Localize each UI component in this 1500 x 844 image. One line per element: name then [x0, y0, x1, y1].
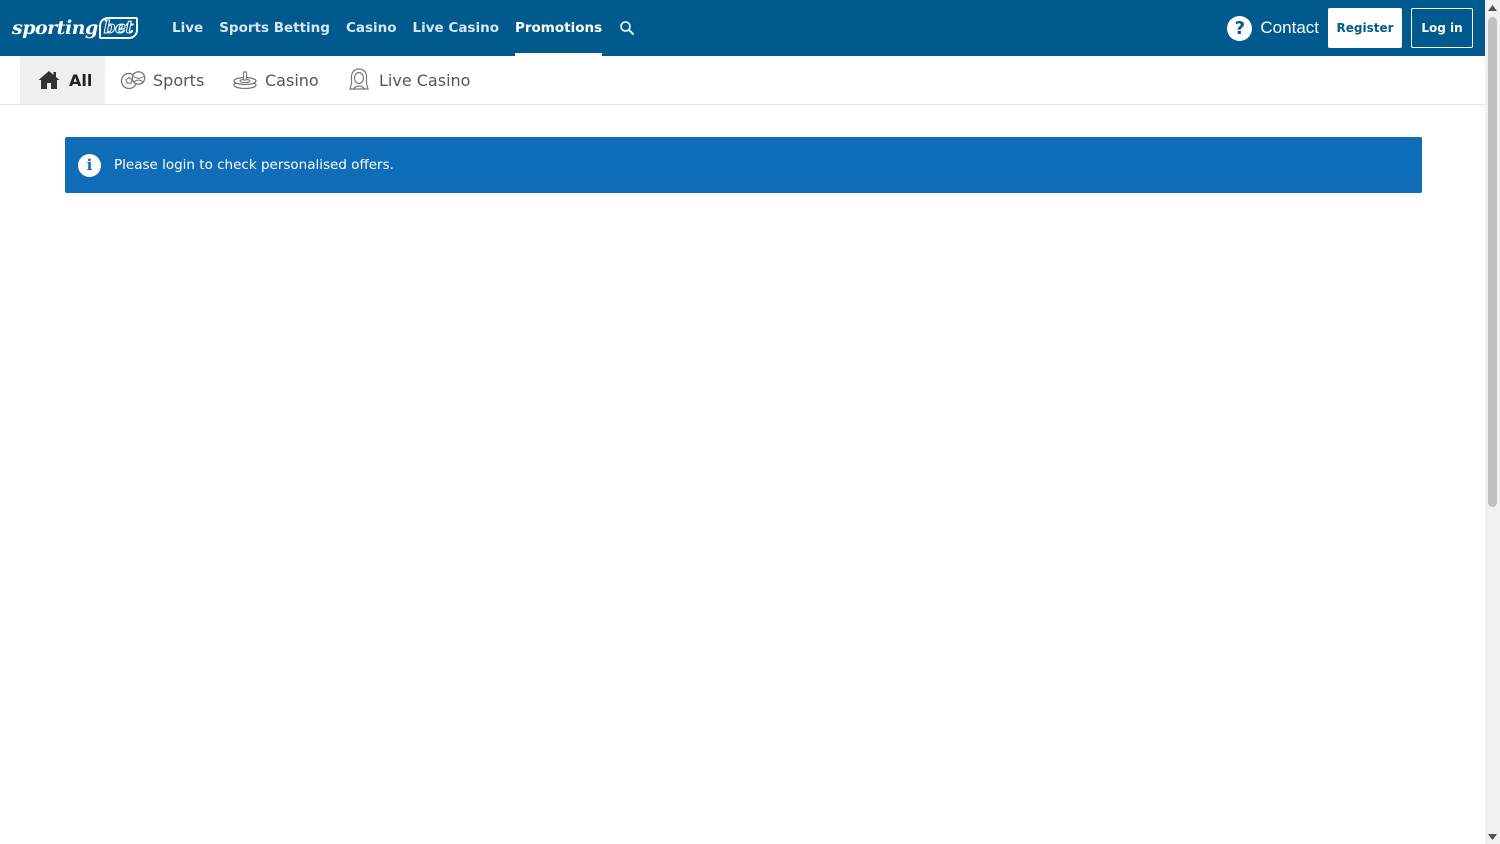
triangle-down-icon — [1488, 833, 1497, 840]
account-nav: ? Contact Register Log in — [1227, 0, 1473, 56]
sportingbet-logo[interactable]: sporting bet — [12, 14, 138, 42]
tab-casino[interactable]: Casino — [232, 56, 322, 104]
nav-item-casino[interactable]: Casino — [338, 0, 405, 56]
nav-item-sports-betting[interactable]: Sports Betting — [211, 0, 338, 56]
register-button[interactable]: Register — [1328, 8, 1402, 48]
scrollbar-thumb[interactable] — [1488, 17, 1497, 507]
main-nav: Live Sports Betting Casino Live Casino P… — [164, 0, 644, 56]
contact-label: Contact — [1260, 18, 1319, 37]
tab-sports[interactable]: Sports — [120, 56, 210, 104]
logo-suffix-text: bet — [98, 17, 138, 39]
nav-item-promotions[interactable]: Promotions — [507, 0, 610, 56]
promotions-page: sporting bet Live Sports Betting Casino L… — [0, 0, 1485, 844]
scroll-down-arrow[interactable] — [1485, 829, 1500, 844]
contact-link[interactable]: ? Contact — [1227, 15, 1319, 41]
scroll-up-arrow[interactable] — [1485, 0, 1500, 15]
tab-live-casino[interactable]: Live Casino — [346, 56, 476, 104]
home-icon — [36, 67, 62, 93]
login-button[interactable]: Log in — [1411, 8, 1473, 48]
tab-live-casino-label: Live Casino — [379, 70, 471, 90]
promotion-category-tabs: All Sports Casino Live Casino — [0, 56, 1485, 105]
vertical-scrollbar[interactable] — [1485, 0, 1500, 844]
sports-balls-icon — [120, 67, 146, 93]
info-message: Please login to check personalised offer… — [114, 157, 394, 173]
nav-item-live[interactable]: Live — [164, 0, 211, 56]
login-info-banner: i Please login to check personalised off… — [65, 137, 1422, 193]
casino-chips-icon — [232, 67, 258, 93]
search-button[interactable] — [610, 0, 644, 56]
logo-main-text: sporting — [12, 17, 98, 39]
top-navigation-bar: sporting bet Live Sports Betting Casino L… — [0, 0, 1485, 56]
nav-item-live-casino[interactable]: Live Casino — [405, 0, 507, 56]
tab-all-label: All — [69, 70, 93, 90]
help-icon: ? — [1227, 15, 1253, 41]
info-icon: i — [78, 153, 101, 177]
dealer-icon — [346, 67, 372, 93]
tab-casino-label: Casino — [265, 70, 319, 90]
tab-all[interactable]: All — [20, 56, 105, 104]
search-icon — [620, 21, 635, 36]
tab-sports-label: Sports — [153, 70, 205, 90]
triangle-up-icon — [1488, 4, 1497, 11]
